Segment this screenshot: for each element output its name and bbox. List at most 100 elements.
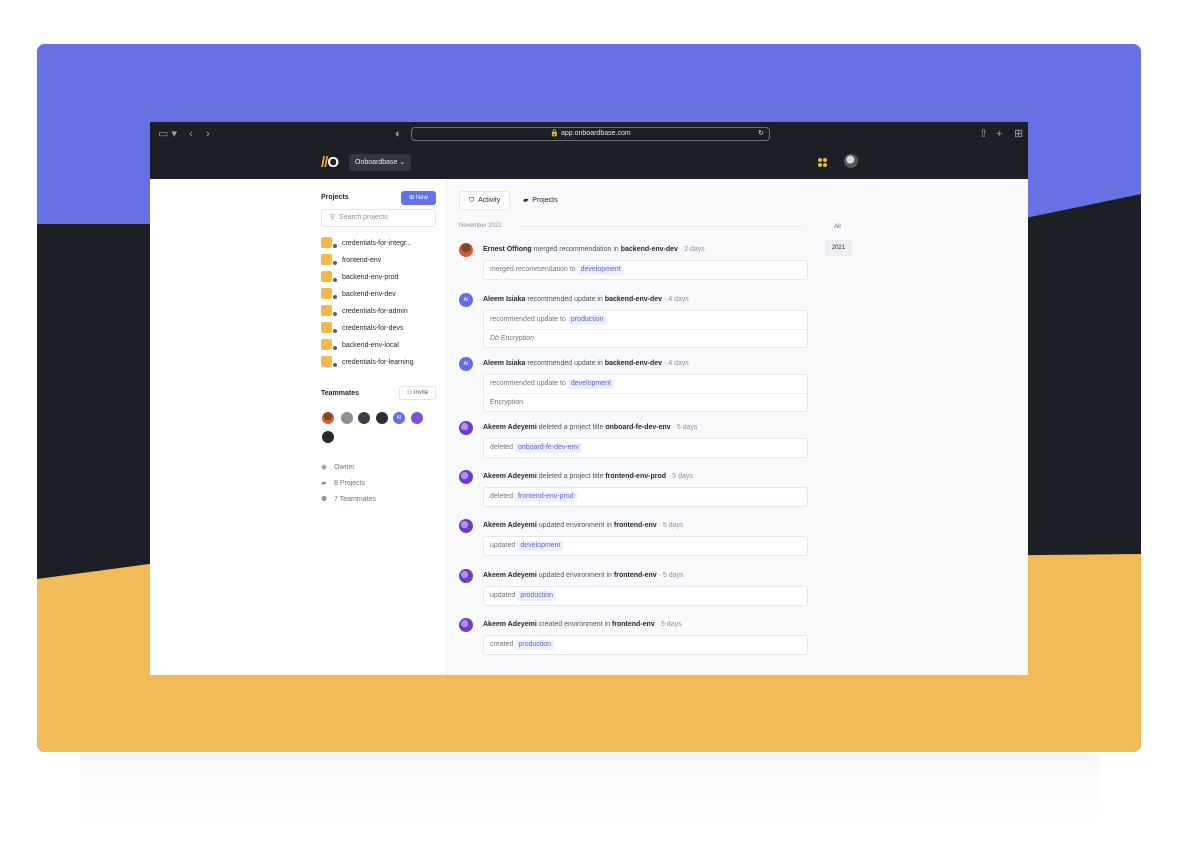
search-placeholder: Search projects <box>339 214 388 221</box>
project-item[interactable]: backend-env-local <box>321 338 399 352</box>
tab-projects[interactable]: ▰ Projects <box>514 191 567 210</box>
project-count: ▰ 8 Projects <box>321 479 365 489</box>
invite-label: Invite <box>413 390 429 396</box>
target-name[interactable]: frontend-env <box>614 572 657 579</box>
sidebar-toggle-icon[interactable]: ▭ ▾ <box>158 127 177 141</box>
environment-chip[interactable]: production <box>515 640 555 650</box>
share-icon[interactable]: ⇧ <box>979 127 988 141</box>
tab-activity-label: Activity <box>478 197 501 204</box>
month-heading: November 2021 <box>459 223 502 229</box>
activity-summary: Akeem Adeyemi created environment in fro… <box>483 621 682 628</box>
detail-subtext: Db Encryption <box>484 329 807 347</box>
project-item[interactable]: credentials-for-integr... <box>321 236 412 250</box>
teammates-heading: Teammates <box>321 390 360 397</box>
project-name: frontend-env <box>342 257 382 264</box>
environment-chip[interactable]: development <box>567 379 614 389</box>
activity-summary: Akeem Adeyemi updated environment in fro… <box>483 522 684 529</box>
search-icon: ⚲ <box>330 214 336 221</box>
detail-text: updated <box>490 542 516 549</box>
teammate-avatar[interactable] <box>358 412 370 424</box>
teammate-avatar-initials[interactable]: AI <box>393 412 405 424</box>
actor-name: Aleem Isiaka <box>483 360 526 367</box>
year-filter-2021[interactable]: 2021 <box>825 240 852 256</box>
teammate-avatar[interactable] <box>341 412 353 424</box>
detail-subtext: Encryption <box>484 393 807 411</box>
target-name[interactable]: backend-env-dev <box>621 246 678 253</box>
owner-label: Owner <box>334 464 355 471</box>
add-user-icon: ⚇ <box>406 390 413 396</box>
environment-chip[interactable]: production <box>517 591 557 601</box>
url-text: app.onboardbase.com <box>561 130 631 137</box>
actor-avatar-initials[interactable]: AI <box>459 293 473 307</box>
new-tab-icon[interactable]: + <box>996 127 1002 141</box>
project-item[interactable]: backend-env-prod <box>321 270 399 284</box>
year-filter-all[interactable]: All <box>834 224 841 230</box>
detail-text: deleted <box>490 444 513 451</box>
actor-avatar[interactable] <box>459 569 473 583</box>
project-item[interactable]: credentials-for-admin <box>321 304 408 318</box>
timestamp: 5 days <box>662 572 684 579</box>
environment-chip[interactable]: development <box>577 265 624 275</box>
activity-summary: Akeem Adeyemi deleted a project title fr… <box>483 473 693 480</box>
project-item[interactable]: frontend-env <box>321 253 382 267</box>
project-icon <box>321 236 337 248</box>
org-switcher[interactable]: Onboardbase ⌄ <box>349 154 412 171</box>
tab-projects-label: Projects <box>532 197 558 204</box>
actor-avatar[interactable] <box>459 618 473 632</box>
project-item[interactable]: backend-env-dev <box>321 287 396 301</box>
activity-detail-card: updated development <box>483 536 808 556</box>
divider <box>519 226 803 227</box>
user-avatar[interactable] <box>844 154 858 168</box>
actor-avatar[interactable] <box>459 519 473 533</box>
target-name[interactable]: backend-env-dev <box>605 360 662 367</box>
owner-role: ◉ Owner <box>321 463 355 473</box>
back-icon[interactable]: ‹ <box>189 127 193 141</box>
backdrop-shadow <box>80 752 1100 822</box>
environment-chip[interactable]: development <box>517 541 564 551</box>
project-item[interactable]: credentials-for-devs <box>321 321 404 335</box>
check-circle-icon: ◉ <box>321 464 328 471</box>
actor-avatar-initials[interactable]: AI <box>459 357 473 371</box>
actor-avatar[interactable] <box>459 243 473 257</box>
forward-icon[interactable]: › <box>206 127 210 141</box>
reload-icon[interactable]: ↻ <box>758 128 764 140</box>
timestamp: 5 days <box>660 621 682 628</box>
project-name: credentials-for-learning <box>342 359 414 366</box>
teammate-avatar[interactable] <box>322 412 334 424</box>
tab-overview-icon[interactable]: ⊞ <box>1014 127 1023 141</box>
teammate-avatar[interactable] <box>322 431 334 443</box>
search-projects-input[interactable]: ⚲ Search projects <box>321 209 436 227</box>
apps-grid-icon[interactable] <box>818 158 827 167</box>
main-content: ⛉ Activity ▰ Projects November 2021 All … <box>447 179 1028 675</box>
project-name: credentials-for-devs <box>342 325 404 332</box>
project-chip[interactable]: frontend-env-prod <box>514 492 577 502</box>
onboardbase-logo[interactable]: //O <box>321 154 339 171</box>
target-name[interactable]: backend-env-dev <box>605 296 662 303</box>
environment-chip[interactable]: production <box>567 315 607 325</box>
plus-icon: ⊞ <box>409 195 415 201</box>
detail-text: deleted <box>490 493 513 500</box>
address-bar[interactable]: 🔒 app.onboardbase.com ↻ <box>411 127 770 141</box>
tab-activity[interactable]: ⛉ Activity <box>459 191 511 210</box>
teammate-avatar[interactable] <box>411 412 423 424</box>
project-name: backend-env-prod <box>342 274 399 281</box>
invite-button[interactable]: ⚇ Invite <box>399 386 436 400</box>
project-item[interactable]: credentials-for-learning <box>321 355 414 369</box>
actor-avatar[interactable] <box>459 470 473 484</box>
target-name[interactable]: frontend-env-prod <box>605 473 666 480</box>
target-name[interactable]: frontend-env <box>612 621 655 628</box>
activity-detail-card: updated production <box>483 586 808 606</box>
target-name[interactable]: onboard-fe-dev-env <box>605 424 670 431</box>
action-text: updated environment in <box>538 572 612 579</box>
shield-icon[interactable]: ◐ <box>395 127 402 141</box>
action-text: recommended update in <box>527 296 603 303</box>
project-icon <box>321 270 337 282</box>
timestamp: 5 days <box>672 473 693 480</box>
app-header: //O Onboardbase ⌄ <box>150 146 1028 179</box>
project-chip[interactable]: onboard-fe-dev-env <box>514 443 583 453</box>
actor-avatar[interactable] <box>459 421 473 435</box>
new-project-button[interactable]: ⊞ New <box>401 191 436 205</box>
project-icon <box>321 355 337 367</box>
teammate-avatar[interactable] <box>376 412 388 424</box>
target-name[interactable]: frontend-env <box>614 522 657 529</box>
